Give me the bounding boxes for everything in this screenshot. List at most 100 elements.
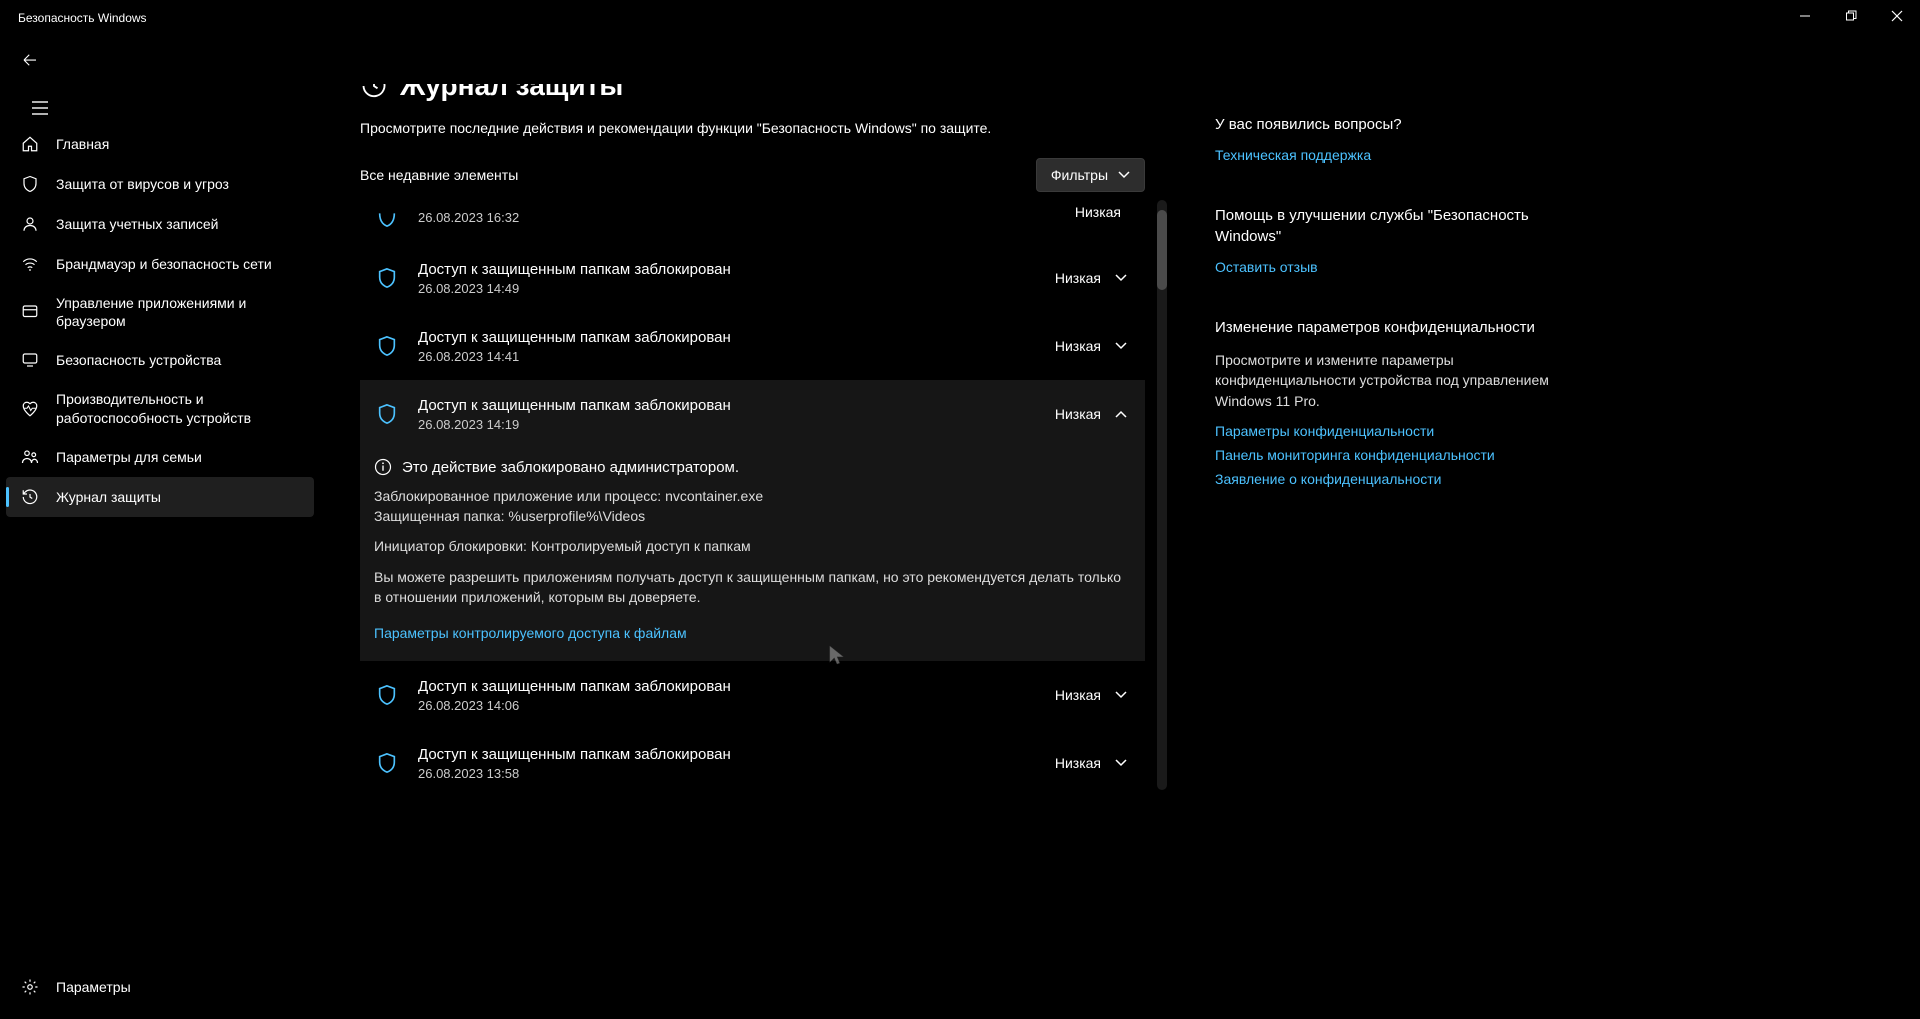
maximize-icon	[1845, 10, 1857, 22]
nav-perf[interactable]: Производительность и работоспособность у…	[0, 380, 320, 436]
shield-icon	[374, 267, 400, 289]
nav-label: Параметры	[56, 978, 131, 996]
wifi-icon	[20, 254, 40, 274]
nav-account[interactable]: Защита учетных записей	[0, 204, 320, 244]
event-severity: Низкая	[1055, 406, 1101, 422]
titlebar: Безопасность Windows	[0, 0, 1920, 36]
nav-label: Управление приложениями и браузером	[56, 294, 308, 330]
nav-label: Защита от вирусов и угроз	[56, 175, 229, 193]
rp-privacy-dashboard-link[interactable]: Панель мониторинга конфиденциальности	[1215, 447, 1565, 463]
nav-label: Журнал защиты	[56, 488, 161, 506]
chevron-down-icon	[1111, 342, 1131, 350]
rp-privacy-statement-link[interactable]: Заявление о конфиденциальности	[1215, 471, 1565, 487]
gear-icon	[20, 977, 40, 997]
page-title: Журнал защиты	[400, 84, 623, 102]
nav-history[interactable]: Журнал защиты	[6, 477, 314, 517]
scrollbar-thumb[interactable]	[1157, 210, 1167, 290]
nav-settings[interactable]: Параметры	[0, 967, 320, 1007]
event-severity: Низкая	[1055, 687, 1101, 703]
event-severity: Низкая	[1055, 338, 1101, 354]
nav-label: Безопасность устройства	[56, 351, 221, 369]
shield-icon	[20, 174, 40, 194]
event-title: Доступ к защищенным папкам заблокирован	[418, 746, 1055, 763]
list-header: Все недавние элементы Фильтры	[360, 158, 1145, 192]
event-row[interactable]: 26.08.2023 16:32 Низкая	[360, 200, 1145, 244]
detail-blocked-app: Заблокированное приложение или процесс: …	[374, 488, 1131, 504]
event-severity: Низкая	[1075, 204, 1121, 220]
info-icon	[374, 458, 392, 476]
nav-device[interactable]: Безопасность устройства	[0, 340, 320, 380]
event-time: 26.08.2023 14:49	[418, 281, 1055, 296]
maximize-button[interactable]	[1828, 0, 1874, 32]
history-icon	[20, 487, 40, 507]
filters-label: Фильтры	[1051, 167, 1108, 183]
page-header: Журнал защиты	[360, 84, 1145, 102]
event-time: 26.08.2023 13:58	[418, 766, 1055, 781]
nav-firewall[interactable]: Брандмауэр и безопасность сети	[0, 244, 320, 284]
nav-label: Производительность и работоспособность у…	[56, 390, 308, 426]
event-title: Доступ к защищенным папкам заблокирован	[418, 397, 1055, 414]
minimize-icon	[1799, 10, 1811, 22]
home-icon	[20, 134, 40, 154]
detail-protected-folder: Защищенная папка: %userprofile%\Videos	[374, 508, 1131, 524]
account-icon	[20, 214, 40, 234]
family-icon	[20, 447, 40, 467]
event-row[interactable]: Доступ к защищенным папкам заблокирован …	[360, 729, 1145, 797]
rp-support-link[interactable]: Техническая поддержка	[1215, 147, 1565, 163]
event-details: Это действие заблокировано администратор…	[360, 448, 1145, 661]
close-icon	[1891, 10, 1903, 22]
rp-help-title: Помощь в улучшении службы "Безопасность …	[1215, 205, 1565, 247]
close-button[interactable]	[1874, 0, 1920, 32]
nav-label: Главная	[56, 135, 109, 153]
hamburger-button[interactable]	[20, 88, 60, 128]
top-row	[0, 36, 1920, 84]
nav-family[interactable]: Параметры для семьи	[0, 437, 320, 477]
shield-icon	[374, 752, 400, 774]
filters-button[interactable]: Фильтры	[1036, 158, 1145, 192]
event-row[interactable]: Доступ к защищенным папкам заблокирован …	[360, 312, 1145, 380]
nav-virus[interactable]: Защита от вирусов и угроз	[0, 164, 320, 204]
chevron-down-icon	[1111, 759, 1131, 767]
event-title: Доступ к защищенным папкам заблокирован	[418, 329, 1055, 346]
nav-home[interactable]: Главная	[0, 124, 320, 164]
event-row-header[interactable]: Доступ к защищенным папкам заблокирован …	[360, 380, 1145, 448]
nav-appbrowser[interactable]: Управление приложениями и браузером	[0, 284, 320, 340]
back-button[interactable]	[10, 40, 50, 80]
event-time: 26.08.2023 14:41	[418, 349, 1055, 364]
main-content: Журнал защиты Просмотрите последние дейс…	[320, 84, 1185, 1019]
rp-privacy-text: Просмотрите и измените параметры конфиде…	[1215, 350, 1565, 411]
event-row[interactable]: Доступ к защищенным папкам заблокирован …	[360, 244, 1145, 312]
scrollbar[interactable]	[1157, 200, 1167, 790]
detail-note: Вы можете разрешить приложениям получать…	[374, 568, 1131, 607]
event-row[interactable]: Доступ к защищенным папкам заблокирован …	[360, 661, 1145, 729]
heart-icon	[20, 399, 40, 419]
back-arrow-icon	[21, 51, 39, 69]
rp-privacy-settings-link[interactable]: Параметры конфиденциальности	[1215, 423, 1565, 439]
nav-label: Брандмауэр и безопасность сети	[56, 255, 272, 273]
detail-link-cfa[interactable]: Параметры контролируемого доступа к файл…	[374, 625, 687, 641]
window-controls	[1782, 0, 1920, 32]
chevron-down-icon	[1118, 171, 1130, 179]
window-title: Безопасность Windows	[18, 11, 147, 25]
app-icon	[20, 302, 40, 322]
shield-icon	[374, 684, 400, 706]
history-icon	[360, 84, 388, 100]
shield-icon	[374, 206, 400, 228]
event-severity: Низкая	[1055, 270, 1101, 286]
detail-initiator: Инициатор блокировки: Контролируемый дос…	[374, 538, 1131, 554]
nav-label: Защита учетных записей	[56, 215, 218, 233]
nav-label: Параметры для семьи	[56, 448, 202, 466]
rp-questions-title: У вас появились вопросы?	[1215, 114, 1565, 135]
hamburger-icon	[31, 101, 49, 115]
event-time: 26.08.2023 14:19	[418, 417, 1055, 432]
event-row-expanded: Доступ к защищенным папкам заблокирован …	[360, 380, 1145, 661]
rp-privacy-title: Изменение параметров конфиденциальности	[1215, 317, 1565, 338]
chevron-down-icon	[1111, 274, 1131, 282]
list-header-label: Все недавние элементы	[360, 167, 518, 183]
event-list: 26.08.2023 16:32 Низкая Доступ к защищен…	[360, 200, 1145, 797]
minimize-button[interactable]	[1782, 0, 1828, 32]
event-severity: Низкая	[1055, 755, 1101, 771]
rp-feedback-link[interactable]: Оставить отзыв	[1215, 259, 1565, 275]
sidebar: Главная Защита от вирусов и угроз Защита…	[0, 84, 320, 1019]
event-time: 26.08.2023 16:32	[418, 210, 1075, 225]
